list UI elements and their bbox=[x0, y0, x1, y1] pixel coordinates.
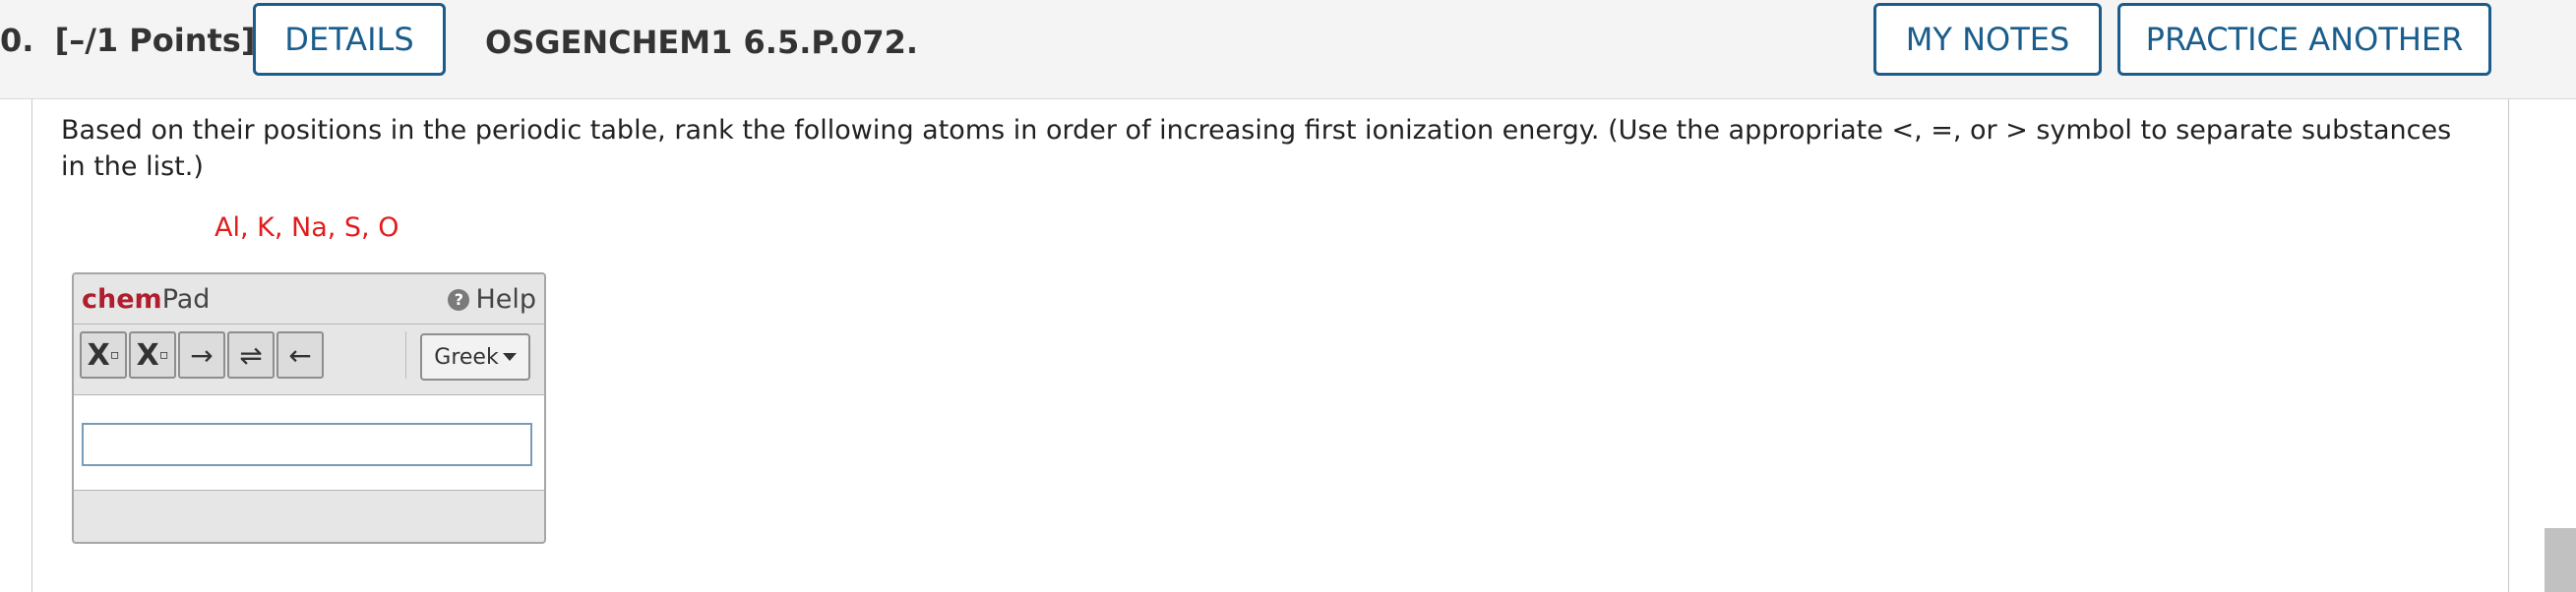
arrow-left-icon: ← bbox=[288, 338, 312, 372]
arrow-right-icon: → bbox=[190, 338, 214, 372]
scrollbar-thumb[interactable] bbox=[2545, 528, 2576, 592]
details-button[interactable]: DETAILS bbox=[253, 3, 446, 76]
question-id: OSGENCHEM1 6.5.P.072. bbox=[485, 24, 919, 61]
subscript-box-icon: ▫ bbox=[109, 347, 120, 363]
help-icon: ? bbox=[448, 288, 470, 311]
answer-input[interactable] bbox=[82, 423, 532, 466]
atoms-list: Al, K, Na, S, O bbox=[215, 212, 399, 243]
greek-label: Greek bbox=[434, 344, 499, 370]
question-points: 0. [–/1 Points] bbox=[0, 22, 255, 59]
help-link[interactable]: ? Help bbox=[448, 284, 536, 315]
equilibrium-arrow-icon: ⇌ bbox=[239, 338, 263, 372]
superscript-button[interactable]: X ▫ bbox=[129, 331, 176, 379]
question-number: 0. bbox=[0, 22, 34, 59]
chempad-widget: chemPad ? Help X ▫ X ▫ → ⇌ ← Greek bbox=[72, 272, 546, 544]
help-label: Help bbox=[475, 284, 536, 315]
chevron-down-icon bbox=[502, 353, 517, 361]
arrow-left-button[interactable]: ← bbox=[276, 331, 324, 379]
subscript-icon: X bbox=[87, 337, 110, 373]
subscript-button[interactable]: X ▫ bbox=[80, 331, 127, 379]
greek-dropdown[interactable]: Greek bbox=[420, 333, 530, 381]
chempad-title: chemPad bbox=[82, 284, 210, 315]
my-notes-button[interactable]: MY NOTES bbox=[1873, 3, 2102, 76]
divider bbox=[74, 490, 544, 491]
question-text: Based on their positions in the periodic… bbox=[61, 115, 2452, 182]
equilibrium-arrow-button[interactable]: ⇌ bbox=[227, 331, 275, 379]
superscript-box-icon: ▫ bbox=[158, 347, 169, 363]
chempad-brand: chem bbox=[82, 284, 162, 315]
toolbar-divider bbox=[405, 331, 406, 379]
points-label: [–/1 Points] bbox=[54, 22, 256, 59]
chempad-brand-suffix: Pad bbox=[161, 284, 211, 315]
divider bbox=[74, 324, 544, 325]
superscript-icon: X bbox=[136, 337, 159, 373]
chempad-toolbar: X ▫ X ▫ → ⇌ ← bbox=[80, 331, 326, 379]
arrow-right-button[interactable]: → bbox=[178, 331, 225, 379]
practice-another-button[interactable]: PRACTICE ANOTHER bbox=[2117, 3, 2491, 76]
question-header: 0. [–/1 Points] DETAILS OSGENCHEM1 6.5.P… bbox=[0, 0, 2576, 99]
chempad-input-area bbox=[74, 395, 544, 490]
